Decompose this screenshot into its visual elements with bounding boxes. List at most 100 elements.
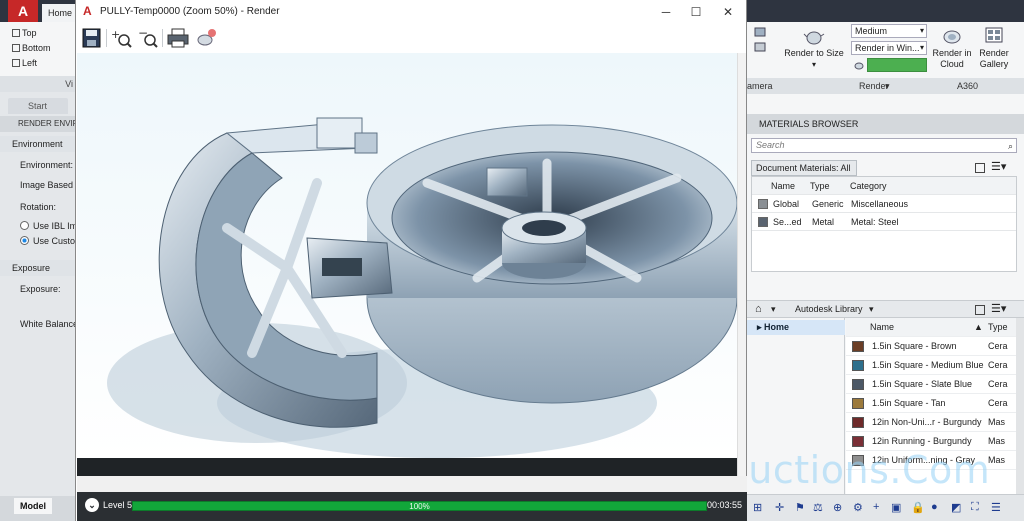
home-icon[interactable]: ⌂: [755, 303, 762, 315]
snap-icon[interactable]: ⊞: [753, 501, 762, 514]
tab-start[interactable]: Start: [8, 98, 68, 114]
list-item[interactable]: 1.5in Square - Slate Blue Cera: [846, 375, 1016, 394]
teapot-render-icon: [803, 31, 825, 45]
document-materials-table: Name Type Category Global Generic Miscel…: [751, 176, 1017, 272]
chevron-down-icon[interactable]: ⌄: [85, 498, 99, 512]
svg-text:−: −: [138, 27, 148, 40]
materials-search-input[interactable]: Search ⌕: [751, 138, 1017, 153]
render-window-titlebar[interactable]: A PULLY-Temp0000 (Zoom 50%) - Render ─ ☐…: [76, 0, 746, 24]
list-item[interactable]: 12in Non-Uni...r - Burgundy Mas: [846, 413, 1016, 432]
menu-icon[interactable]: ☰: [991, 501, 1001, 514]
zoom-out-icon[interactable]: −: [136, 27, 160, 49]
environment-section[interactable]: Environment: [0, 136, 75, 152]
view-toggle-icon[interactable]: [975, 163, 985, 173]
use-custom-radio[interactable]: Use Custo: [20, 236, 75, 246]
render-history-strip: [77, 458, 737, 476]
lock-icon[interactable]: 🔒: [911, 501, 925, 514]
toolbar-divider: [162, 29, 163, 47]
material-swatch: [852, 398, 864, 409]
view-toggle-icon[interactable]: [975, 305, 985, 315]
gear-icon[interactable]: ⚙: [853, 501, 863, 514]
render-in-cloud-button[interactable]: Render in Cloud: [931, 26, 973, 70]
tree-item-home[interactable]: ▸ Home: [747, 320, 845, 335]
render-location-dropdown[interactable]: Render in Win...: [851, 41, 927, 55]
elapsed-time: 00:03:55: [707, 500, 743, 510]
tab-home[interactable]: Home: [42, 4, 78, 22]
toolbar-divider: [106, 29, 107, 47]
views-panel: Top Bottom Left Vi: [0, 22, 75, 92]
workspace-icon[interactable]: ▣: [891, 501, 901, 514]
chevron-down-icon[interactable]: ▾: [771, 304, 776, 315]
rotation-label: Rotation:: [20, 202, 57, 212]
list-item[interactable]: 1.5in Square - Tan Cera: [846, 394, 1016, 413]
zoom-in-icon[interactable]: +: [110, 27, 134, 49]
teapot-small-icon: [854, 62, 864, 70]
column-name[interactable]: Name: [771, 177, 795, 195]
radio-on-icon: [20, 236, 29, 245]
view-cube-icon: [12, 44, 20, 52]
chevron-down-icon[interactable]: ▾: [869, 304, 874, 315]
isolate-icon[interactable]: ●: [931, 501, 938, 513]
table-row[interactable]: Global Generic Miscellaneous: [752, 195, 1016, 213]
cloud-teapot-icon: [943, 30, 961, 44]
view-bottom[interactable]: Bottom: [12, 43, 51, 53]
sort-asc-icon[interactable]: ▲: [974, 318, 983, 337]
render-canvas[interactable]: [77, 53, 737, 458]
render-to-size-button[interactable]: Render to Size ▾: [783, 26, 845, 70]
render-window-title: PULLY-Temp0000 (Zoom 50%) - Render: [100, 6, 280, 17]
column-category[interactable]: Category: [850, 177, 887, 195]
render-quality-bar[interactable]: [867, 58, 927, 72]
fullscreen-icon[interactable]: ⛶: [971, 501, 979, 514]
radio-off-icon: [20, 221, 29, 230]
rendered-pulley-image: [77, 53, 737, 458]
tab-model[interactable]: Model: [14, 498, 52, 514]
ibl-label: Image Based L: [20, 180, 75, 190]
library-selector[interactable]: Autodesk Library: [795, 304, 863, 314]
library-scrollbar[interactable]: [1016, 318, 1024, 498]
progress-text: 100%: [409, 502, 430, 511]
render-region-icon[interactable]: [194, 27, 218, 49]
autocad-logo[interactable]: A: [8, 0, 38, 22]
table-row[interactable]: Se...ed Metal Metal: Steel: [752, 213, 1016, 231]
exposure-section[interactable]: Exposure: [0, 260, 75, 276]
plus-icon[interactable]: +: [873, 501, 879, 513]
render-gallery-button[interactable]: Render Gallery: [973, 26, 1015, 70]
crosshair-icon[interactable]: ✛: [775, 501, 784, 514]
save-icon[interactable]: [80, 27, 104, 49]
annotation-icon[interactable]: ⚑: [795, 501, 805, 514]
chevron-down-icon: ▾: [811, 60, 816, 69]
material-swatch: [852, 341, 864, 352]
white-balance-label: White Balance: [20, 319, 75, 329]
chevron-down-icon[interactable]: ▾: [885, 78, 890, 94]
search-icon[interactable]: ⌕: [1008, 140, 1013, 153]
close-button[interactable]: ✕: [714, 3, 742, 21]
minimize-button[interactable]: ─: [652, 3, 680, 21]
render-preset-dropdown[interactable]: Medium: [851, 24, 927, 38]
column-name[interactable]: Name: [870, 318, 894, 337]
materials-browser-title: MATERIALS BROWSER: [747, 114, 1024, 134]
column-type[interactable]: Type: [988, 318, 1008, 337]
exposure-label: Exposure:: [20, 284, 61, 294]
document-materials-filter[interactable]: Document Materials: All: [751, 160, 857, 176]
list-options-icon[interactable]: ☰▾: [991, 160, 1006, 173]
view-top[interactable]: Top: [12, 28, 37, 38]
maximize-button[interactable]: ☐: [682, 3, 710, 21]
use-ibl-radio[interactable]: Use IBL Im: [20, 221, 75, 231]
camera-tool-icon[interactable]: [753, 26, 767, 56]
print-icon[interactable]: [166, 27, 190, 49]
zoom-icon[interactable]: ⊕: [833, 501, 842, 514]
render-window: A PULLY-Temp0000 (Zoom 50%) - Render ─ ☐…: [75, 0, 747, 521]
material-swatch: [852, 379, 864, 390]
view-left[interactable]: Left: [12, 58, 37, 68]
material-swatch: [852, 417, 864, 428]
column-type[interactable]: Type: [810, 177, 830, 195]
list-item[interactable]: 1.5in Square - Brown Cera: [846, 337, 1016, 356]
hardware-icon[interactable]: ◩: [951, 501, 961, 514]
list-options-icon[interactable]: ☰▾: [991, 302, 1006, 315]
table-header: Name Type Category: [752, 177, 1016, 195]
render-environment-palette: Start RENDER ENVIR Environment Environme…: [0, 92, 75, 521]
scale-icon[interactable]: ⚖: [813, 501, 823, 514]
list-item[interactable]: 1.5in Square - Medium Blue Cera: [846, 356, 1016, 375]
view-cube-icon: [12, 59, 20, 67]
render-scrollbar[interactable]: [737, 53, 746, 476]
